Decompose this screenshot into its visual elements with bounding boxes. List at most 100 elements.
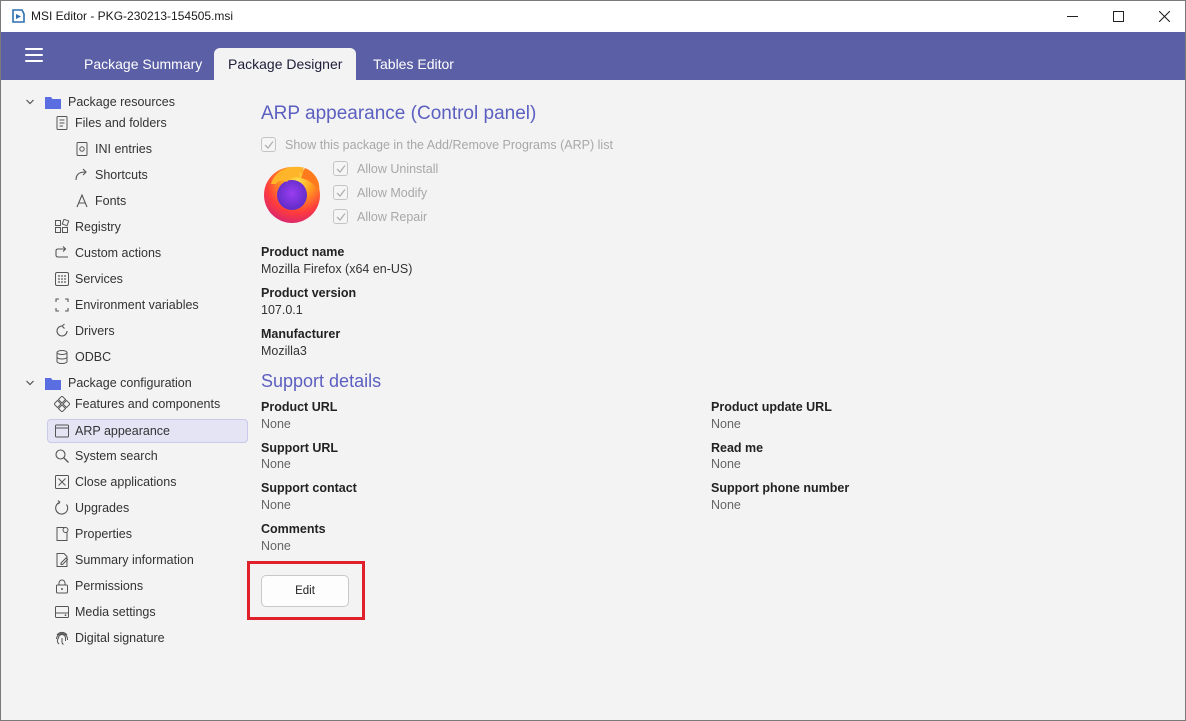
product-url-label: Product URL — [261, 400, 338, 414]
close-button[interactable] — [1141, 1, 1186, 32]
sidebar-item-registry[interactable]: Registry — [53, 215, 121, 239]
sidebar-item-media-settings[interactable]: Media settings — [53, 600, 156, 624]
maximize-icon — [1112, 11, 1124, 22]
sidebar-item-ini-entries[interactable]: INI entries — [73, 137, 152, 161]
title-bar: MSI Editor - PKG-230213-154505.msi — [1, 1, 1185, 32]
tab-package-designer[interactable]: Package Designer — [214, 48, 357, 80]
read-me-value: None — [711, 457, 741, 471]
font-icon — [73, 192, 91, 210]
allow-uninstall-checkbox[interactable]: Allow Uninstall — [333, 161, 438, 176]
sidebar-item-label: Close applications — [75, 475, 177, 489]
main-panel: ARP appearance (Control panel) Show this… — [247, 80, 1181, 720]
allow-modify-checkbox[interactable]: Allow Modify — [333, 185, 427, 200]
page-title: ARP appearance (Control panel) — [261, 103, 537, 124]
search-icon — [53, 447, 71, 465]
support-phone-label: Support phone number — [711, 481, 850, 495]
checkbox-checked-icon — [261, 137, 276, 152]
services-icon — [53, 270, 71, 288]
sidebar-item-label: Shortcuts — [95, 168, 148, 182]
product-update-url-label: Product update URL — [711, 400, 832, 414]
app-window: MSI Editor - PKG-230213-154505.msi Packa… — [0, 0, 1186, 721]
sidebar-item-label: Drivers — [75, 324, 115, 338]
upgrade-icon — [53, 499, 71, 517]
support-details-heading: Support details — [261, 371, 382, 391]
hamburger-menu-icon[interactable] — [25, 48, 43, 62]
sidebar-item-label: ARP appearance — [75, 424, 170, 438]
support-contact-label: Support contact — [261, 481, 357, 495]
sidebar-item-label: System search — [75, 449, 158, 463]
checkbox-checked-icon — [333, 209, 348, 224]
tab-tables-editor[interactable]: Tables Editor — [359, 48, 468, 80]
comments-label: Comments — [261, 522, 326, 536]
minimize-button[interactable] — [1049, 1, 1095, 32]
sidebar-item-label: ODBC — [75, 350, 112, 364]
file-icon — [53, 114, 71, 132]
sidebar-item-shortcuts[interactable]: Shortcuts — [73, 163, 148, 187]
checkbox-label: Show this package in the Add/Remove Prog… — [285, 137, 613, 152]
support-phone-value: None — [711, 498, 741, 512]
sidebar-item-close-applications[interactable]: Close applications — [53, 470, 176, 494]
comments-value: None — [261, 539, 291, 553]
checkbox-checked-icon — [333, 185, 348, 200]
allow-repair-checkbox[interactable]: Allow Repair — [333, 209, 427, 224]
tree-group-label: Package configuration — [68, 376, 192, 390]
product-url-value: None — [261, 417, 291, 431]
app-header: Package Summary Package Designer Tables … — [1, 32, 1185, 80]
window-icon — [53, 422, 71, 440]
sidebar-item-custom-actions[interactable]: Custom actions — [53, 241, 161, 265]
checkbox-label: Allow Modify — [357, 185, 428, 200]
tree-group-package-resources[interactable]: Package resources — [25, 92, 175, 112]
product-name-value: Mozilla Firefox (x64 en-US) — [261, 262, 413, 276]
checkbox-label: Allow Repair — [357, 209, 428, 224]
sidebar-item-digital-signature[interactable]: Digital signature — [53, 626, 165, 650]
shortcut-arrow-icon — [73, 166, 91, 184]
sidebar-item-arp-appearance[interactable]: ARP appearance — [47, 419, 248, 443]
sidebar-item-label: Summary information — [75, 553, 194, 567]
lock-icon — [53, 577, 71, 595]
product-version-value: 107.0.1 — [261, 303, 303, 317]
custom-action-icon — [53, 244, 71, 262]
minimize-icon — [1066, 16, 1078, 17]
sidebar-item-label: Environment variables — [75, 298, 199, 312]
support-url-label: Support URL — [261, 441, 339, 455]
manufacturer-label: Manufacturer — [261, 327, 341, 341]
checkbox-checked-icon — [333, 161, 348, 176]
show-in-arp-checkbox[interactable]: Show this package in the Add/Remove Prog… — [261, 137, 613, 152]
support-url-value: None — [261, 457, 291, 471]
sidebar-item-system-search[interactable]: System search — [53, 444, 158, 468]
sidebar-item-summary-information[interactable]: Summary information — [53, 548, 194, 572]
sidebar-item-fonts[interactable]: Fonts — [73, 189, 126, 213]
app-logo-icon — [12, 9, 25, 23]
folder-icon — [45, 377, 61, 390]
tab-package-summary[interactable]: Package Summary — [70, 48, 216, 80]
fingerprint-icon — [53, 629, 71, 647]
sidebar-item-features-and-components[interactable]: Features and components — [53, 392, 220, 416]
sidebar-item-properties[interactable]: Properties — [53, 522, 132, 546]
sidebar-item-odbc[interactable]: ODBC — [53, 345, 111, 369]
sidebar-item-label: Services — [75, 272, 123, 286]
read-me-label: Read me — [711, 441, 764, 455]
product-version-label: Product version — [261, 286, 357, 300]
folder-icon — [45, 96, 61, 109]
sidebar-item-services[interactable]: Services — [53, 267, 123, 291]
chevron-down-icon — [26, 99, 34, 105]
sidebar-item-environment-variables[interactable]: Environment variables — [53, 293, 199, 317]
properties-icon — [53, 525, 71, 543]
tree-group-package-configuration[interactable]: Package configuration — [25, 373, 192, 393]
sidebar-item-files-and-folders[interactable]: Files and folders — [53, 111, 167, 135]
sidebar-item-permissions[interactable]: Permissions — [53, 574, 143, 598]
window-title: MSI Editor - PKG-230213-154505.msi — [31, 9, 234, 23]
sidebar-item-label: Files and folders — [75, 116, 167, 130]
sidebar-item-drivers[interactable]: Drivers — [53, 319, 115, 343]
manufacturer-value: Mozilla3 — [261, 344, 307, 358]
chevron-down-icon — [26, 380, 34, 386]
drivers-icon — [53, 322, 71, 340]
sidebar-item-label: Properties — [75, 527, 132, 541]
support-contact-value: None — [261, 498, 291, 512]
edit-button[interactable]: Edit — [261, 575, 349, 607]
sidebar-item-upgrades[interactable]: Upgrades — [53, 496, 129, 520]
product-update-url-value: None — [711, 417, 741, 431]
maximize-button[interactable] — [1095, 1, 1141, 32]
sidebar-item-label: Fonts — [95, 194, 127, 208]
sidebar-item-label: Features and components — [75, 397, 221, 411]
